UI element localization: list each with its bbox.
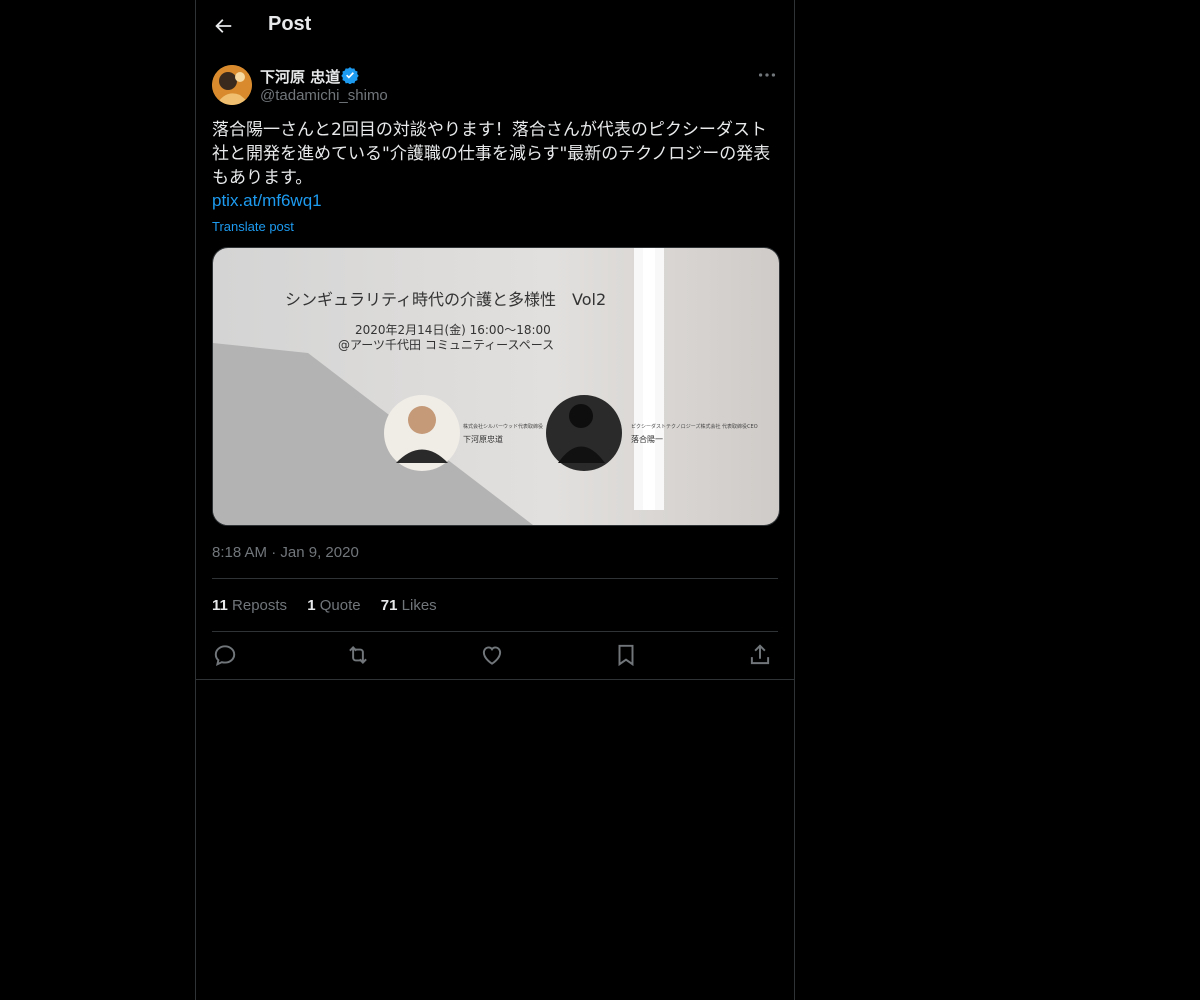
event-banner-image: シンギュラリティ時代の介護と多様性 Vol2 2020年2月14日(金) 16:… <box>213 248 779 525</box>
post-image[interactable]: シンギュラリティ時代の介護と多様性 Vol2 2020年2月14日(金) 16:… <box>212 247 780 526</box>
banner-title: シンギュラリティ時代の介護と多様性 Vol2 <box>285 290 606 309</box>
engagement-stats: 11 Reposts 1 Quote 71 Likes <box>212 597 453 614</box>
action-bar <box>212 642 778 668</box>
repost-icon[interactable] <box>345 642 371 668</box>
author-name[interactable]: 下河原 忠道 <box>260 66 340 87</box>
divider <box>196 679 794 680</box>
post-column: Post 下河原 忠道 @tadamichi_shimo 落合陽一さんと2回目の… <box>195 0 795 1000</box>
author-handle[interactable]: @tadamichi_shimo <box>260 87 388 104</box>
post-time: 8:18 AM <box>212 544 268 561</box>
verified-badge-icon <box>341 67 359 84</box>
divider <box>212 631 778 632</box>
reply-icon[interactable] <box>212 642 238 668</box>
quotes-stat[interactable]: 1 Quote <box>307 597 360 614</box>
post-link[interactable]: ptix.at/mf6wq1 <box>212 191 322 211</box>
reposts-stat[interactable]: 11 Reposts <box>212 597 287 614</box>
top-bar: Post <box>196 0 794 53</box>
banner-venue: @アーツ千代田 コミュニティースペース <box>338 338 554 352</box>
divider <box>212 578 778 579</box>
banner-datetime: 2020年2月14日(金) 16:00〜18:00 <box>355 322 551 337</box>
speaker2-name: 落合陽一 <box>631 434 663 444</box>
timestamp-separator: · <box>271 544 281 561</box>
translate-post-link[interactable]: Translate post <box>212 219 294 234</box>
post-text: 落合陽一さんと2回目の対談やります！落合さんが代表のピクシーダスト社と開発を進め… <box>212 120 771 188</box>
speaker2-affiliation: ピクシーダストテクノロジーズ株式会社 代表取締役CEO <box>631 423 758 430</box>
speaker1-name: 下河原忠道 <box>463 434 503 444</box>
arrow-left-icon[interactable] <box>212 15 234 37</box>
bookmark-icon[interactable] <box>613 642 639 668</box>
page-title: Post <box>268 13 312 35</box>
more-options-icon[interactable] <box>756 64 778 86</box>
likes-stat[interactable]: 71 Likes <box>381 597 437 614</box>
like-icon[interactable] <box>479 642 505 668</box>
post-date: Jan 9, 2020 <box>280 544 359 561</box>
speaker1-affiliation: 株式会社シルバーウッド代表取締役 <box>463 423 543 430</box>
share-icon[interactable] <box>747 642 773 668</box>
avatar[interactable] <box>212 65 252 105</box>
post-timestamp[interactable]: 8:18 AM · Jan 9, 2020 <box>212 544 359 561</box>
